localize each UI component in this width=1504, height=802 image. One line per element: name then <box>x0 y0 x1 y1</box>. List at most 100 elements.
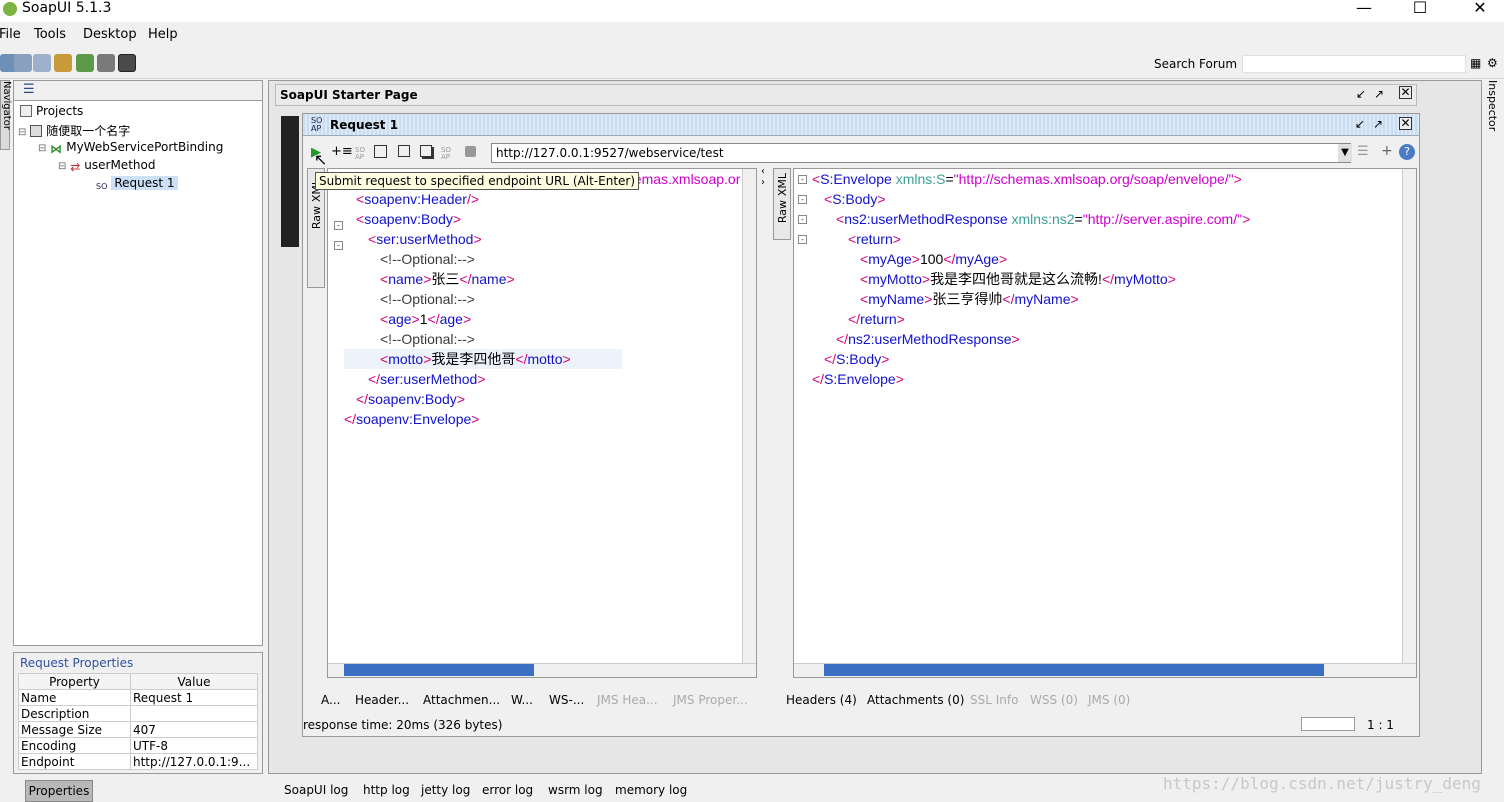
code-line: <ns2:userMethodResponse xmlns:ns2="http:… <box>836 211 1251 227</box>
fold-icon[interactable]: - <box>798 215 807 224</box>
tab-jms-headers[interactable]: JMS Hea... <box>597 693 658 707</box>
help-icon[interactable]: ⚙ <box>1487 56 1498 70</box>
import-project-icon[interactable] <box>14 54 32 72</box>
tab-error-log[interactable]: error log <box>482 783 533 797</box>
search-go-icon[interactable]: ▦ <box>1470 56 1481 70</box>
menu-file[interactable]: File <box>0 27 21 42</box>
table-row[interactable]: Description <box>18 705 258 722</box>
clone-request-icon[interactable] <box>398 145 410 157</box>
close-button[interactable]: ✕ <box>1460 0 1500 20</box>
tab-raw[interactable]: Raw <box>310 206 323 229</box>
proxy-icon[interactable] <box>118 54 136 72</box>
menu-desktop[interactable]: Desktop <box>83 27 137 42</box>
navigator-tab[interactable]: Navigator <box>0 80 12 150</box>
tab-auth[interactable]: A... <box>321 693 340 707</box>
tab-wss[interactable]: WSS (0) <box>1030 693 1078 707</box>
properties-tab[interactable]: Properties <box>25 780 93 802</box>
table-row[interactable]: Encoding UTF-8 <box>18 737 258 754</box>
tab-ws-rm[interactable]: WS-... <box>549 693 584 707</box>
list-icon[interactable]: ☰ <box>23 82 35 97</box>
forum-icon[interactable] <box>54 54 72 72</box>
collapse-icon[interactable]: ⊟ <box>38 143 46 154</box>
minimize-button[interactable]: — <box>1344 0 1384 20</box>
fold-icon[interactable]: - <box>798 195 807 204</box>
property-value[interactable] <box>130 705 258 722</box>
scrollbar-thumb[interactable] <box>824 664 1324 676</box>
maximize-button[interactable]: ☐ <box>1400 0 1440 20</box>
close-window-icon[interactable]: ✕ <box>1399 86 1412 99</box>
add-assertion-icon[interactable]: +≡ <box>331 144 353 159</box>
tab-response-attachments[interactable]: Attachments (0) <box>867 693 964 707</box>
tab-attachments[interactable]: Attachmen... <box>423 693 500 707</box>
tab-jms-properties[interactable]: JMS Proper... <box>673 693 748 707</box>
menu-help[interactable]: Help <box>148 27 178 42</box>
tab-wsrm-log[interactable]: wsrm log <box>548 783 603 797</box>
tree-projects[interactable]: Projects <box>20 104 83 118</box>
help-icon[interactable]: ? <box>1399 144 1415 160</box>
soap-icon[interactable]: SO AP <box>355 147 365 161</box>
trial-icon[interactable] <box>76 54 94 72</box>
property-value[interactable]: UTF-8 <box>130 737 258 754</box>
minimize-window-icon[interactable]: ↙ <box>1356 87 1366 101</box>
request-editor[interactable]: hemas.xmlsoap.or - - <soapenv:Header/> <… <box>327 168 757 678</box>
search-forum-input[interactable] <box>1242 55 1466 73</box>
fold-icon[interactable]: - <box>334 221 343 230</box>
stop-icon[interactable] <box>465 146 476 157</box>
property-value[interactable]: Request 1 <box>130 689 258 706</box>
fold-icon[interactable]: - <box>334 241 343 250</box>
tab-xml[interactable]: XML <box>776 173 789 196</box>
tab-response-headers[interactable]: Headers (4) <box>786 693 857 707</box>
tab-http-log[interactable]: http log <box>363 783 410 797</box>
table-row[interactable]: Message Size 407 <box>18 721 258 738</box>
create-testcase-icon[interactable] <box>374 145 387 158</box>
maximize-window-icon[interactable]: ↗ <box>1373 117 1383 131</box>
response-editor[interactable]: - - - - <S:Envelope xmlns:S="http://sche… <box>793 168 1417 678</box>
wsdl-icon[interactable]: SO AP <box>441 147 451 161</box>
project-icon <box>30 125 43 137</box>
collapse-icon[interactable]: ⊟ <box>58 161 66 172</box>
collapse-icon[interactable]: ⊟ <box>18 127 26 138</box>
property-value[interactable]: 407 <box>130 721 258 738</box>
endpoint-dropdown-icon[interactable]: ▼ <box>1338 144 1352 162</box>
fold-icon[interactable]: - <box>798 235 807 244</box>
fold-icon[interactable]: - <box>798 175 807 184</box>
copy-icon[interactable] <box>420 145 432 157</box>
vertical-scrollbar[interactable] <box>1402 169 1416 663</box>
column-header[interactable]: Property <box>18 673 131 690</box>
tree-operation[interactable]: ⊟ ⇄ userMethod <box>58 158 155 174</box>
maximize-window-icon[interactable]: ↗ <box>1374 87 1384 101</box>
column-header[interactable]: Value <box>130 673 258 690</box>
vertical-scrollbar[interactable] <box>742 169 756 663</box>
add-endpoint-icon[interactable]: + <box>1381 143 1393 159</box>
tab-soapui-log[interactable]: SoapUI log <box>284 783 348 797</box>
close-window-icon[interactable]: ✕ <box>1399 117 1412 130</box>
tab-raw[interactable]: Raw <box>776 200 789 223</box>
menu-tools[interactable]: Tools <box>34 27 66 42</box>
tree-interface[interactable]: ⊟ ⋈ MyWebServicePortBinding <box>38 140 223 156</box>
horizontal-scrollbar[interactable] <box>794 663 1416 677</box>
scrollbar-thumb[interactable] <box>344 664 534 676</box>
tab-ws-addressing[interactable]: W... <box>511 693 533 707</box>
tree-request[interactable]: SO Request 1 <box>96 176 178 194</box>
inspector-tab[interactable]: Inspector <box>1486 80 1504 160</box>
splitter-handle[interactable]: ‹ › <box>761 166 765 188</box>
tree-project[interactable]: ⊟ 随便取一个名字 <box>18 122 130 139</box>
endpoint-url-input[interactable]: http://127.0.0.1:9527/webservice/test <box>491 143 1351 163</box>
property-name: Name <box>18 689 131 706</box>
table-row[interactable]: Name Request 1 <box>18 689 258 706</box>
request-icon: SO <box>96 182 108 191</box>
tab-jms[interactable]: JMS (0) <box>1088 693 1130 707</box>
code-line: <myMotto>我是李四他哥就是这么流畅!</myMotto> <box>860 271 1176 287</box>
code-line: <soapenv:Header/> <box>356 191 480 207</box>
preferences-icon[interactable] <box>97 54 115 72</box>
property-value[interactable]: http://127.0.0.1:9... <box>130 753 258 770</box>
minimize-window-icon[interactable]: ↙ <box>1355 117 1365 131</box>
format-icon[interactable]: ☰ <box>1357 144 1369 159</box>
tab-ssl-info[interactable]: SSL Info <box>970 693 1018 707</box>
table-row[interactable]: Endpoint http://127.0.0.1:9... <box>18 753 258 770</box>
save-all-icon[interactable] <box>33 54 51 72</box>
tab-memory-log[interactable]: memory log <box>615 783 687 797</box>
tab-jetty-log[interactable]: jetty log <box>421 783 470 797</box>
horizontal-scrollbar[interactable] <box>328 663 756 677</box>
tab-headers[interactable]: Header... <box>355 693 409 707</box>
